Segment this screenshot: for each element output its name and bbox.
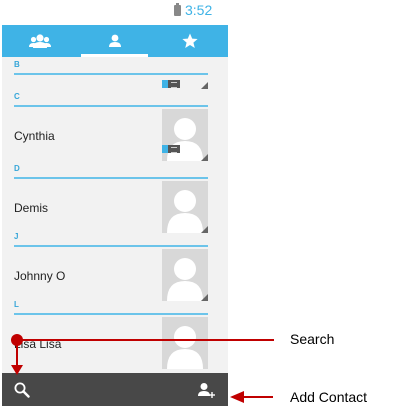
contact-photo: [162, 181, 208, 233]
search-icon: [14, 382, 30, 398]
group-icon: [28, 34, 51, 48]
contact-photo: [162, 109, 208, 161]
tab-groups[interactable]: [2, 25, 77, 57]
section-letter: B: [14, 60, 20, 69]
battery-icon: [174, 3, 181, 16]
contact-name: Johnny O: [14, 269, 66, 283]
list-item[interactable]: Lisa Lisa: [2, 317, 228, 373]
sim-card-icon: [162, 145, 180, 153]
section-letter: J: [14, 232, 19, 241]
add-contact-annotation-label: Add Contact: [290, 389, 368, 405]
contact-name: Demis: [14, 201, 49, 215]
section-letter: D: [14, 164, 20, 173]
phone-screen: 3:52 PM: [2, 0, 228, 406]
sim-card-icon: [162, 80, 180, 88]
tab-contacts[interactable]: [77, 25, 152, 57]
contact-list[interactable]: B C Cynthia D Demis J Johnny O L Lisa Li…: [2, 57, 228, 373]
add-contact-button[interactable]: [186, 373, 226, 406]
contact-photo: [162, 249, 208, 301]
section-letter: L: [14, 300, 19, 309]
add-contact-callout-line: [243, 396, 273, 398]
section-letter: C: [14, 92, 20, 101]
section-header-c: C: [14, 89, 208, 107]
section-header-b: B: [14, 57, 208, 75]
section-header-j: J: [14, 229, 208, 247]
add-contact-arrow-icon: [230, 391, 244, 403]
clock-time: 3:52: [185, 2, 213, 18]
contact-name: Cynthia: [14, 129, 55, 143]
status-bar: 3:52 PM: [2, 0, 228, 33]
search-arrow-icon: [11, 365, 23, 375]
tab-favorites[interactable]: [152, 25, 227, 57]
section-header-d: D: [14, 161, 208, 179]
star-icon: [181, 33, 198, 48]
search-callout-line: [16, 339, 274, 341]
person-icon: [108, 34, 121, 47]
corner-marker: [201, 82, 208, 89]
section-header-l: L: [14, 297, 208, 315]
search-button[interactable]: [2, 373, 42, 406]
default-avatar-icon: [167, 326, 203, 369]
bottom-action-bar: [2, 373, 228, 406]
add-contact-icon: [198, 382, 215, 398]
tab-bar: [2, 25, 228, 57]
contact-photo: [162, 317, 208, 369]
corner-marker: [201, 154, 208, 161]
search-annotation-label: Search: [290, 331, 335, 347]
list-item[interactable]: Cynthia: [2, 109, 228, 167]
